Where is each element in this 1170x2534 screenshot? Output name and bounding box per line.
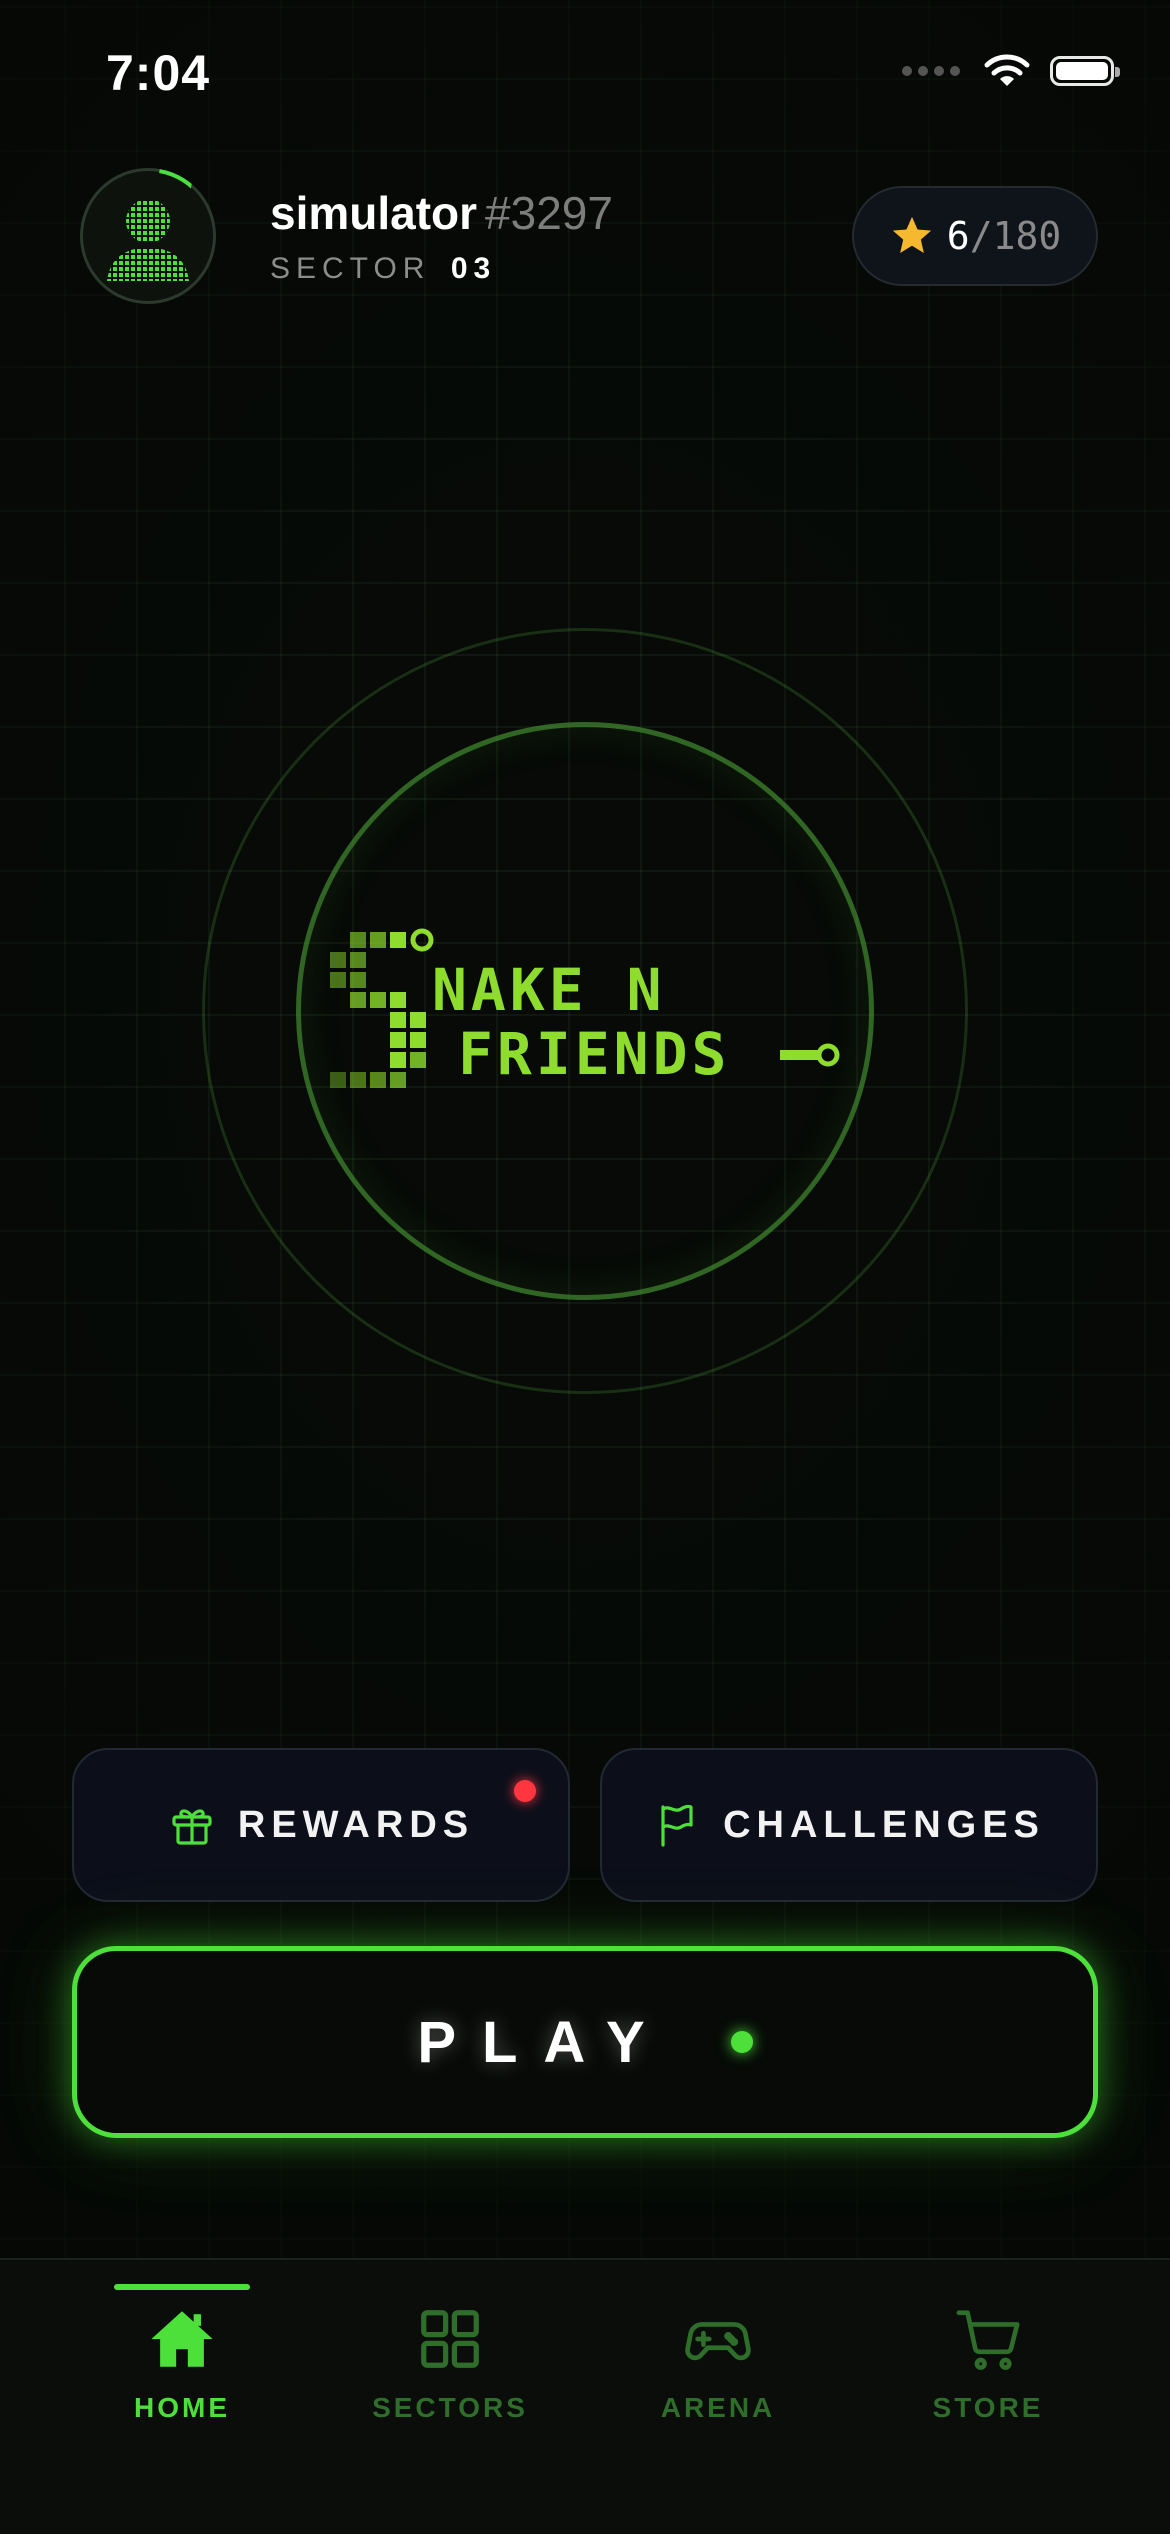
sector-indicator: SECTOR 03: [270, 252, 497, 285]
play-button[interactable]: PLAY: [72, 1946, 1098, 2138]
status-icons: [902, 52, 1120, 90]
tab-home[interactable]: HOME: [62, 2304, 302, 2424]
home-icon: [151, 2311, 213, 2367]
play-indicator-dot: [730, 2031, 753, 2053]
active-tab-indicator: [114, 2284, 250, 2290]
rewards-button[interactable]: REWARDS: [72, 1748, 570, 1902]
svg-text:FRIENDS: FRIENDS: [458, 1020, 730, 1088]
gift-icon: [172, 1809, 212, 1845]
status-time: 7:04: [106, 45, 211, 101]
user-silhouette-icon: [107, 199, 189, 281]
stars-current: 6: [946, 214, 970, 258]
username: simulator #3297: [270, 187, 613, 239]
stars-counter[interactable]: 6/180: [852, 186, 1098, 286]
star-icon: [892, 216, 931, 254]
cart-icon: [956, 2310, 1020, 2370]
rewards-label: REWARDS: [237, 1803, 475, 1846]
tab-store-label: STORE: [932, 2392, 1044, 2423]
tab-sectors-label: SECTORS: [372, 2392, 528, 2423]
battery-icon: [1050, 56, 1120, 86]
tab-store[interactable]: STORE: [868, 2304, 1108, 2424]
avatar[interactable]: [80, 168, 216, 304]
tab-sectors[interactable]: SECTORS: [330, 2304, 570, 2424]
notification-dot: [514, 1780, 536, 1802]
wifi-icon: [984, 54, 1030, 86]
stars-max: /180: [969, 214, 1062, 258]
snake-n-friends-logo: NAKE N FRIENDS: [330, 928, 840, 1088]
cellular-signal-icon: [902, 66, 960, 76]
play-label: PLAY: [417, 2009, 671, 2075]
sector-number: 03: [450, 252, 497, 285]
grid-icon: [421, 2310, 479, 2368]
svg-text:NAKE N: NAKE N: [432, 956, 666, 1024]
user-tag: #3297: [485, 187, 613, 239]
gamepad-icon: [685, 2322, 751, 2361]
challenges-label: CHALLENGES: [723, 1803, 1045, 1846]
tab-arena[interactable]: ARENA: [598, 2304, 838, 2424]
tab-arena-label: ARENA: [660, 2392, 776, 2423]
challenges-button[interactable]: CHALLENGES: [600, 1748, 1098, 1902]
flag-icon: [661, 1804, 693, 1847]
tab-home-label: HOME: [134, 2392, 230, 2423]
